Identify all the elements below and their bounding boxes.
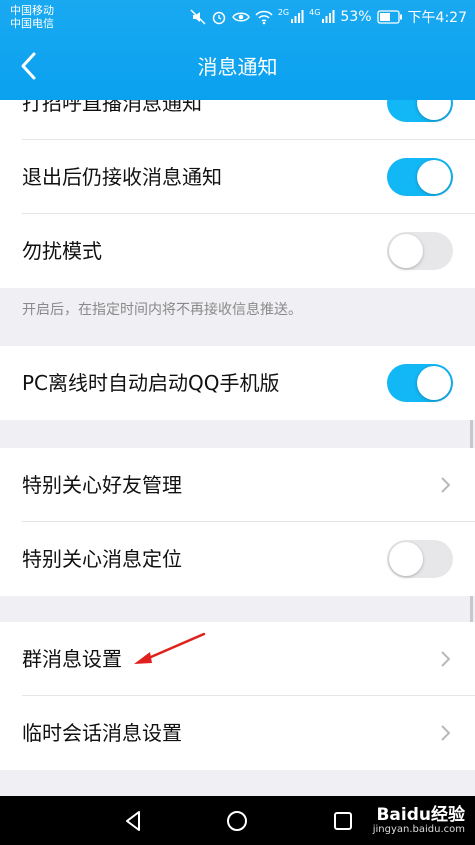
toggle-knob [389, 234, 423, 268]
setting-label: 勿扰模式 [22, 239, 102, 263]
toggle-switch[interactable] [387, 364, 453, 402]
setting-label: 退出后仍接收消息通知 [22, 165, 222, 189]
chevron-right-icon [441, 725, 451, 741]
annotation-arrow-icon [134, 632, 206, 664]
recents-square-icon[interactable] [328, 806, 358, 836]
wifi-icon [255, 10, 273, 25]
setting-label: 特别关心消息定位 [22, 547, 182, 571]
system-nav-bar: Baidu经验 jingyan.baidu.com [0, 796, 475, 845]
setting-row-receive-after-logout[interactable]: 退出后仍接收消息通知 [0, 140, 475, 214]
toggle-switch[interactable] [387, 540, 453, 578]
chevron-right-icon [441, 651, 451, 667]
carrier-2: 中国电信 [10, 17, 54, 30]
status-icons: 2G 4G 53% 下午4:27 [190, 8, 467, 26]
toggle-knob [389, 542, 423, 576]
network-type-2: 4G [309, 8, 321, 17]
signal-icon-2 [322, 10, 335, 23]
carrier-1: 中国移动 [10, 4, 54, 17]
baidu-watermark: Baidu经验 [376, 805, 465, 825]
network-type-1: 2G [277, 8, 290, 17]
status-bar: 中国移动 中国电信 2G 4G 53% 下午4:27 [0, 0, 475, 34]
setting-row-special-friends[interactable]: 特别关心好友管理 [0, 448, 475, 522]
setting-row-do-not-disturb[interactable]: 勿扰模式 [0, 214, 475, 288]
dnd-hint: 开启后，在指定时间内将不再接收信息推送。 [22, 302, 302, 318]
battery-percent: 53% [340, 9, 372, 25]
eye-icon [232, 12, 250, 22]
signal-icon-1 [291, 10, 304, 23]
baidu-watermark-url: jingyan.baidu.com [372, 824, 465, 835]
back-triangle-icon[interactable] [118, 806, 148, 836]
toggle-knob [417, 160, 451, 194]
setting-row-special-message-locate[interactable]: 特别关心消息定位 [0, 522, 475, 596]
home-circle-icon[interactable] [222, 806, 252, 836]
toggle-switch[interactable] [387, 232, 453, 270]
page-title: 消息通知 [197, 55, 278, 79]
setting-label: PC离线时自动启动QQ手机版 [22, 371, 280, 395]
chevron-right-icon [441, 477, 451, 493]
setting-row-pc-offline-launch[interactable]: PC离线时自动启动QQ手机版 [0, 346, 475, 420]
nav-bar: 消息通知 [0, 34, 475, 100]
clock: 下午4:27 [407, 10, 467, 26]
setting-row-temp-session[interactable]: 临时会话消息设置 [0, 696, 475, 770]
setting-label: 群消息设置 [22, 647, 122, 671]
battery-icon [376, 10, 402, 24]
alarm-icon [212, 11, 226, 25]
app-header: 中国移动 中国电信 2G 4G 53% 下午4:27 消息通知 [0, 0, 475, 100]
mute-icon [190, 9, 206, 25]
setting-label: 特别关心好友管理 [22, 473, 182, 497]
toggle-switch[interactable] [387, 158, 453, 196]
setting-row-group-messages[interactable]: 群消息设置 [0, 622, 475, 696]
setting-label: 临时会话消息设置 [22, 721, 182, 745]
carrier-info: 中国移动 中国电信 [10, 4, 54, 30]
toggle-knob [417, 366, 451, 400]
